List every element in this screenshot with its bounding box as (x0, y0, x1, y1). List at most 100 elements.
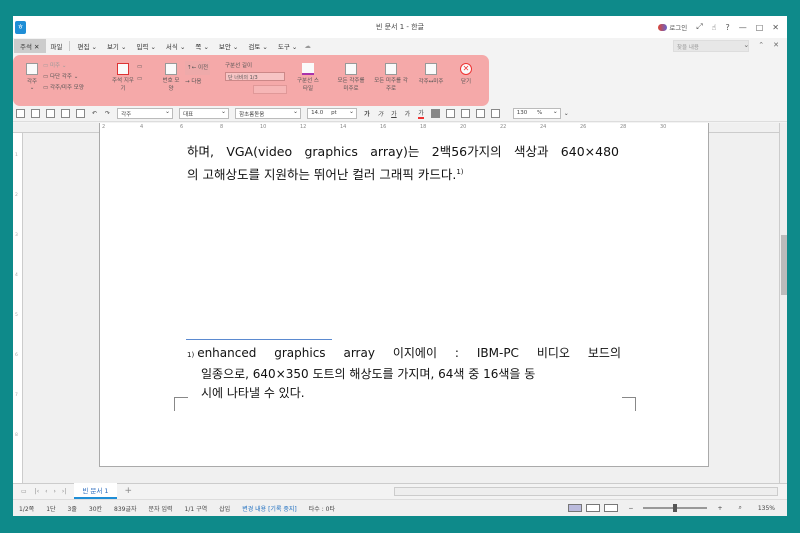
menu-file[interactable]: 파일 (46, 41, 68, 51)
scroll-thumb[interactable] (781, 235, 787, 295)
annotation-ribbon: 각주 ⌄ ▭ 미주 ⌄ ▭ 다단 각주 ⌄ ▭ 각주/미주 모양 주석 지우기 ▭… (13, 55, 489, 106)
menu-page[interactable]: 쪽 ⌄ (190, 41, 214, 51)
font-size-select[interactable]: 14.0 pt (307, 108, 358, 119)
zoom-in-icon[interactable]: + (711, 505, 728, 512)
vertical-ruler[interactable]: 123 456 78 (13, 133, 23, 483)
hand-icon[interactable]: ☝ (712, 23, 717, 32)
footnote-reference[interactable]: 1) (456, 168, 463, 176)
login-button[interactable]: 로그인 (658, 22, 687, 32)
menu-insert[interactable]: 입력 ⌄ (131, 41, 160, 51)
menu-security[interactable]: 보안 ⌄ (214, 41, 243, 51)
separator-mm-select[interactable] (253, 85, 287, 94)
tab-prev-icon[interactable]: ‹ (45, 488, 47, 495)
close-circle-icon: ✕ (460, 63, 472, 75)
cloud-icon[interactable]: ☁ (304, 42, 311, 50)
bold-icon[interactable]: 가 (364, 109, 370, 118)
align-left-icon[interactable] (445, 109, 455, 118)
small-icons: ▭ ▭ (137, 61, 142, 85)
body-text[interactable]: 하며, VGA(video graphics array)는 2백56가지의 색… (187, 141, 619, 185)
normal-view-icon[interactable] (568, 504, 583, 512)
app-window: ㅎ 빈 문서 1 - 한글 로그인 ⤢ ☝ ? — □ ✕ 주석 ✕ 파일 편집… (13, 16, 787, 516)
underline-icon[interactable]: 가 (391, 109, 397, 118)
minimize-button[interactable]: — (739, 23, 747, 32)
tab-annotation[interactable]: 주석 ✕ (14, 39, 46, 53)
help-icon[interactable]: ? (725, 23, 729, 32)
note-paste-icon[interactable]: ▭ (137, 73, 142, 85)
save-icon[interactable] (46, 109, 55, 118)
tab-next-icon[interactable]: › (54, 488, 56, 495)
print-icon[interactable] (61, 109, 70, 118)
swap-note-button[interactable]: 각주↔미주 (413, 63, 449, 85)
number-shape-button[interactable]: 번호 모양 (161, 63, 181, 93)
new-doc-icon[interactable] (16, 109, 25, 118)
delete-note-button[interactable]: 주석 지우기 (111, 63, 135, 93)
zoom-out-icon[interactable]: − (622, 505, 639, 512)
status-insert[interactable]: 삽입 (213, 504, 236, 513)
horizontal-ruler[interactable]: 246 8 10 12 14 16 18 20 22 24 26 28 30 (13, 123, 779, 133)
menu-format[interactable]: 서식 ⌄ (161, 41, 190, 51)
distribute-icon[interactable] (490, 109, 500, 118)
document-page[interactable]: 하며, VGA(video graphics array)는 2백56가지의 색… (99, 133, 709, 467)
expand-icon[interactable]: ⤢ (696, 22, 702, 32)
swap-note-icon (425, 63, 437, 75)
status-col: 30칸 (88, 505, 103, 513)
chevron-up-icon[interactable]: ⌃ (758, 41, 764, 49)
italic-icon[interactable]: 가 (378, 109, 384, 118)
menu-view[interactable]: 보기 ⌄ (102, 41, 131, 51)
separator-style-button[interactable]: 구분선 스타일 (295, 63, 321, 93)
hwp-app-icon[interactable]: ㅎ (15, 20, 26, 34)
zoom-search-icon[interactable]: ⌕ (732, 504, 747, 512)
preview-icon[interactable] (76, 109, 85, 118)
separator-style-icon (302, 63, 314, 75)
note-copy-icon[interactable]: ▭ (137, 61, 142, 73)
endnote-button[interactable]: ▭ 미주 ⌄ (43, 61, 84, 72)
add-tab-button[interactable]: + (125, 486, 133, 496)
redo-icon[interactable]: ↷ (105, 110, 110, 117)
web-view-icon[interactable] (586, 504, 601, 512)
close-doc-icon[interactable]: ✕ (773, 41, 779, 49)
horizontal-scrollbar[interactable] (394, 487, 778, 496)
font-color-icon[interactable]: 가 (418, 108, 424, 119)
undo-icon[interactable]: ↶ (92, 110, 97, 117)
toolbar-chevron-icon[interactable]: ⌄ (564, 110, 569, 117)
note-shape-button[interactable]: ▭ 각주/미주 모양 (43, 83, 84, 94)
document-area[interactable]: 하며, VGA(video graphics array)는 2백56가지의 색… (23, 133, 779, 483)
all-to-endnote-button[interactable]: 모든 각주를 미주로 (335, 63, 367, 93)
zoom-select[interactable]: 130 % (512, 108, 561, 119)
footnote-text[interactable]: 1) enhanced graphics array 이지에이 : IBM-PC … (187, 344, 621, 403)
menu-tools[interactable]: 도구 ⌄ (273, 41, 302, 51)
zoom-slider[interactable] (643, 504, 708, 512)
align-right-icon[interactable] (475, 109, 485, 118)
tab-last-icon[interactable]: ›| (62, 488, 66, 495)
tab-list-icon[interactable]: ▭ (21, 488, 27, 495)
tab-first-icon[interactable]: |‹ (35, 488, 39, 495)
align-justify-icon[interactable] (430, 109, 440, 118)
font-select[interactable]: 함초롬돋움 (235, 108, 302, 119)
all-to-footnote-button[interactable]: 모든 미주를 각주로 (373, 63, 409, 93)
close-button[interactable]: ✕ (772, 23, 779, 32)
status-page[interactable]: 1/2쪽 (13, 504, 40, 513)
next-note-button[interactable]: → 다음 (185, 75, 210, 89)
open-folder-icon[interactable] (31, 109, 40, 118)
zoom-level[interactable]: 135% (752, 505, 781, 512)
chevron-down-icon[interactable]: ⌄ (743, 41, 749, 49)
menu-edit[interactable]: 편집 ⌄ (72, 41, 101, 51)
vertical-scrollbar[interactable] (779, 123, 787, 483)
multi-footnote-button[interactable]: ▭ 다단 각주 ⌄ (43, 72, 84, 83)
search-input[interactable]: 찾을 내용 (673, 40, 749, 52)
language-select[interactable]: 대표 (179, 108, 230, 119)
separator-length-select[interactable]: 단 너비의 1/3 (225, 72, 285, 81)
close-ribbon-button[interactable]: ✕ 닫기 (457, 63, 475, 85)
align-center-icon[interactable] (460, 109, 470, 118)
strike-icon[interactable]: 가 (405, 109, 411, 118)
status-chars: 839글자 (114, 505, 137, 513)
status-track-changes[interactable]: 변경 내용 [기록 중지] (236, 504, 303, 513)
menu-review[interactable]: 검토 ⌄ (243, 41, 272, 51)
close-tab-icon[interactable]: ✕ (34, 43, 39, 51)
prev-note-button[interactable]: ↑← 이전 (185, 61, 211, 75)
page-view-icon[interactable] (604, 504, 619, 512)
document-tab[interactable]: 빈 문서 1 (74, 483, 117, 499)
footnote-button[interactable]: 각주 ⌄ (23, 63, 41, 91)
style-select[interactable]: 각주 (117, 108, 174, 119)
maximize-button[interactable]: □ (756, 23, 764, 32)
